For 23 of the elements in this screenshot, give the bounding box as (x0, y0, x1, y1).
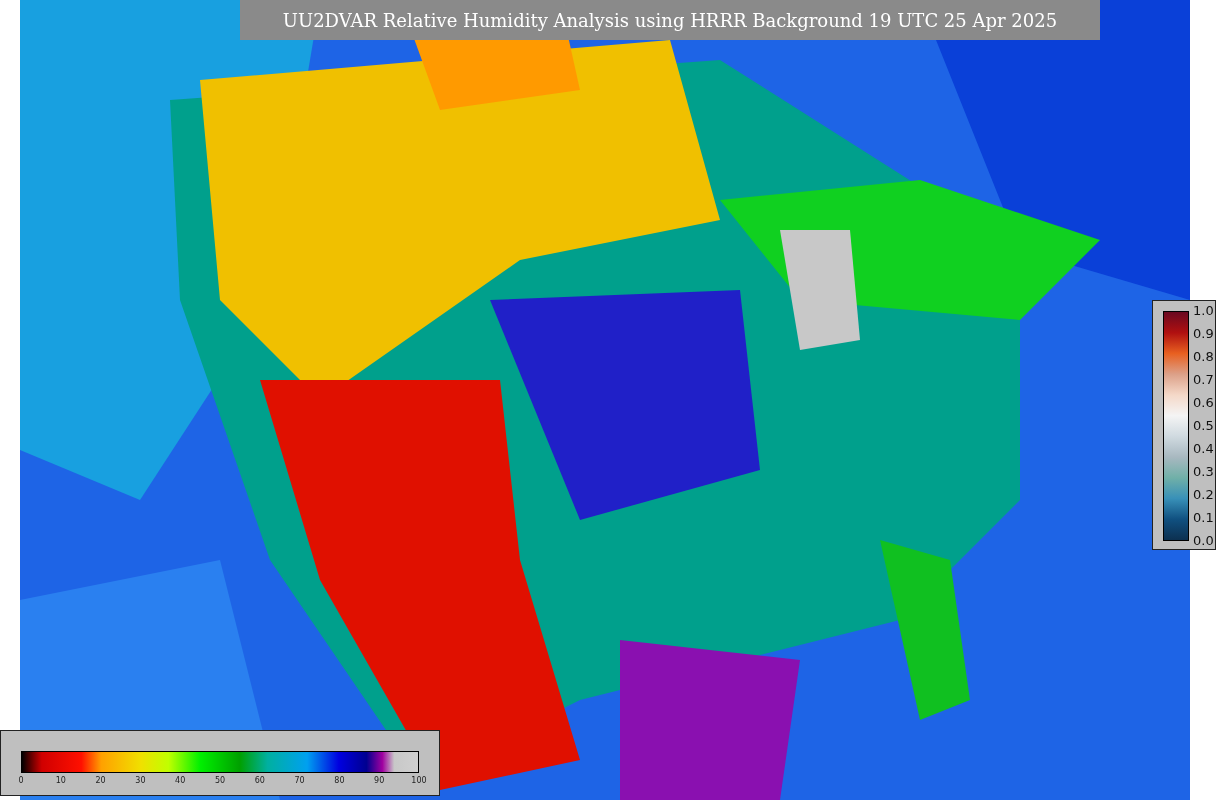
scale-label: 60 (254, 776, 265, 785)
scale-label: 0.1 (1193, 510, 1214, 526)
scale-label: 10 (55, 776, 66, 785)
scale-label: 40 (175, 776, 186, 785)
scale-label: 0.6 (1193, 395, 1214, 411)
map-title: UU2DVAR Relative Humidity Analysis using HRRR Background 19 UTC 25 Apr 2025 (240, 0, 1100, 40)
scale-label: 70 (294, 776, 305, 785)
scale-label: 1.0 (1193, 303, 1214, 319)
scale-label: 100 (411, 776, 427, 785)
scale-label: 0.5 (1193, 418, 1214, 434)
scale-label: 0 (18, 776, 24, 785)
scale-label: 80 (334, 776, 345, 785)
scale-label: 0.8 (1193, 349, 1214, 365)
scale-label: 0.9 (1193, 326, 1214, 342)
scale-label: 0.7 (1193, 372, 1214, 388)
scale-label: 50 (214, 776, 226, 785)
scale-label: 90 (374, 776, 385, 785)
scale-label: 30 (135, 776, 146, 785)
scale-label: 0.0 (1193, 533, 1214, 549)
scale-label: 0.3 (1193, 464, 1214, 480)
scale-label: 20 (95, 776, 106, 785)
scale-label: 0.2 (1193, 487, 1214, 503)
scale-label: 0.4 (1193, 441, 1214, 457)
